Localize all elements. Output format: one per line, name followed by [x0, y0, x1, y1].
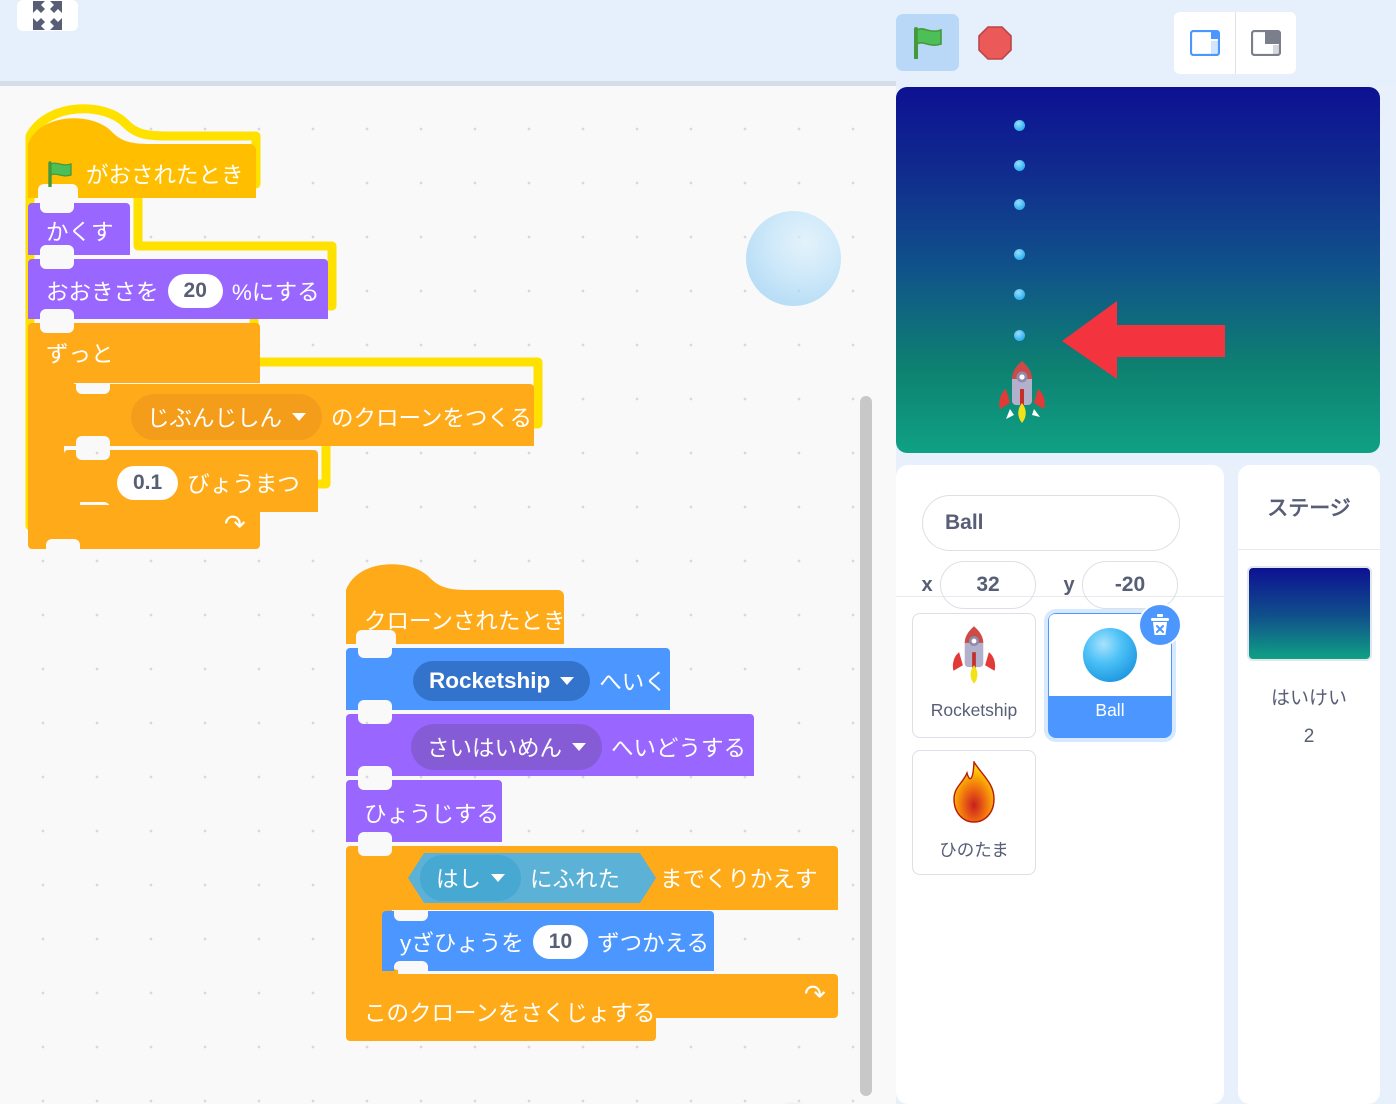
ball-sprite-watermark [746, 211, 841, 306]
stop-icon [977, 25, 1012, 60]
loop-arrow-icon: ↷ [224, 509, 246, 539]
chevron-down-icon [572, 743, 587, 751]
change-y-input[interactable]: 10 [532, 925, 589, 959]
ball-icon [1083, 628, 1137, 682]
small-stage-layout-button[interactable] [1174, 12, 1235, 74]
chevron-down-icon [560, 677, 575, 685]
backdrop-label: はいけい [1270, 688, 1347, 709]
chevron-down-icon [292, 413, 307, 421]
stage-dot [1014, 160, 1025, 171]
rocketship-sprite[interactable] [994, 359, 1050, 425]
fullscreen-icon [33, 1, 62, 30]
block-when-flag-clicked[interactable]: がおされたとき [28, 106, 532, 204]
sprite-list: Rocketship Ball ひのたま [896, 597, 1224, 875]
sprite-panel: Ball x 32 y -20 Rocketship Ball ひのたま [896, 465, 1224, 1104]
sprite-name-label: Rocketship [930, 700, 1018, 720]
dropdown-value: はし [436, 867, 482, 892]
small-stage-layout-icon [1189, 30, 1220, 56]
block-hide[interactable]: かくす [28, 203, 532, 259]
block-label-after: までくりかえす [660, 867, 818, 892]
layer-dropdown[interactable]: さいはいめん [411, 724, 603, 770]
stage-dot [1014, 289, 1025, 300]
workspace-vertical-scrollbar[interactable] [860, 396, 872, 1096]
block-forever[interactable]: ずっと じぶんじしん のクローンをつくる 0.1 びょうまつ ↷ [28, 323, 534, 549]
stage-backdrop-thumbnail[interactable] [1246, 566, 1372, 661]
block-label: かくす [46, 220, 114, 245]
block-go-to[interactable]: Rocketship へいく [346, 648, 818, 714]
clone-target-dropdown[interactable]: じぶんじしん [131, 394, 323, 440]
chevron-down-icon [491, 874, 506, 882]
touching-target-dropdown[interactable]: はし [420, 855, 522, 901]
stage-selector-panel: ステージ はいけい 2 [1238, 465, 1380, 1104]
stage-dot [1014, 330, 1025, 341]
stage-container [896, 86, 1380, 456]
dropdown-value: Rocketship [429, 668, 551, 693]
block-create-clone[interactable]: じぶんじしん のクローンをつくる [64, 384, 534, 450]
y-label: y [1063, 573, 1075, 596]
x-label: x [921, 573, 933, 596]
stage-dot [1014, 120, 1025, 131]
block-label-after: へいく [599, 670, 667, 695]
block-label-after: びょうまつ [187, 472, 300, 497]
sprite-thumbnail [913, 751, 1035, 833]
block-label: がおされたとき [86, 163, 244, 188]
stage[interactable] [896, 87, 1380, 453]
large-stage-layout-button[interactable] [1235, 12, 1296, 74]
sprite-tile-flame[interactable]: ひのたま [912, 750, 1036, 875]
sprite-tile-rocketship[interactable]: Rocketship [912, 613, 1036, 738]
rocketship-icon [952, 626, 996, 684]
trash-icon [1151, 614, 1169, 635]
wait-seconds-input[interactable]: 0.1 [117, 466, 179, 500]
green-flag-button[interactable] [896, 14, 959, 71]
block-delete-this-clone[interactable]: このクローンをさくじょする [346, 981, 818, 1043]
green-flag-icon [913, 26, 942, 59]
block-go-to-layer[interactable]: さいはいめん へいどうする [346, 714, 818, 780]
sprite-info: Ball x 32 y -20 [896, 465, 1224, 609]
block-repeat-until[interactable]: はし にふれた までくりかえす yざひょうを 10 ずつかえる ↷ [346, 846, 838, 1018]
script-when-clone[interactable]: クローンされたとき Rocketship へいく さいはいめん へいどうする ひ… [346, 552, 838, 1043]
condition-label: にふれた [530, 867, 621, 892]
sprite-name-input[interactable]: Ball [922, 495, 1180, 551]
stage-panel-title: ステージ [1238, 465, 1380, 550]
fullscreen-button[interactable] [17, 0, 78, 31]
block-label: クローンされたとき [364, 609, 566, 634]
code-workspace[interactable]: がおされたとき かくす おおきさを 20 %にする ずっと じぶんじしん のクロ… [0, 86, 896, 1104]
block-label-after: %にする [231, 280, 320, 305]
backdrop-count: 2 [1303, 726, 1315, 747]
large-stage-layout-icon [1251, 30, 1281, 56]
dropdown-value: じぶんじしん [147, 406, 283, 431]
stage-size-controls [1174, 12, 1296, 74]
block-change-y[interactable]: yざひょうを 10 ずつかえる [382, 911, 818, 973]
size-input[interactable]: 20 [167, 274, 223, 308]
sprite-name-label: ひのたま [939, 840, 1009, 860]
block-wait[interactable]: 0.1 びょうまつ [64, 450, 532, 516]
menu-bar [0, 0, 1396, 86]
block-label-before: yざひょうを [400, 931, 524, 956]
dropdown-value: さいはいめん [427, 736, 563, 761]
stage-dot [1014, 199, 1025, 210]
block-label: ひょうじする [364, 802, 500, 827]
block-set-size[interactable]: おおきさを 20 %にする [28, 259, 532, 323]
sprite-tile-ball[interactable]: Ball [1048, 603, 1182, 738]
block-when-start-as-clone[interactable]: クローンされたとき [346, 552, 818, 650]
flame-icon [953, 761, 995, 823]
delete-sprite-button[interactable] [1138, 603, 1182, 647]
block-label-after: ずつかえる [597, 931, 709, 956]
sprite-name-label: Ball [1095, 700, 1125, 720]
block-label-after: のクローンをつくる [331, 406, 532, 431]
stop-button[interactable] [966, 14, 1023, 71]
block-show[interactable]: ひょうじする [346, 780, 818, 846]
block-label-before: おおきさを [46, 280, 159, 305]
stage-dot [1014, 249, 1025, 260]
script-green-flag[interactable]: がおされたとき かくす おおきさを 20 %にする ずっと じぶんじしん のクロ… [25, 104, 543, 549]
sprite-thumbnail [913, 614, 1035, 696]
green-flag-icon [48, 161, 72, 187]
block-label: このクローンをさくじょする [364, 1001, 656, 1026]
go-to-target-dropdown[interactable]: Rocketship [413, 661, 591, 701]
block-label-after: へいどうする [611, 736, 747, 761]
red-arrow-annotation [1062, 301, 1225, 379]
block-label: ずっと [46, 342, 114, 367]
